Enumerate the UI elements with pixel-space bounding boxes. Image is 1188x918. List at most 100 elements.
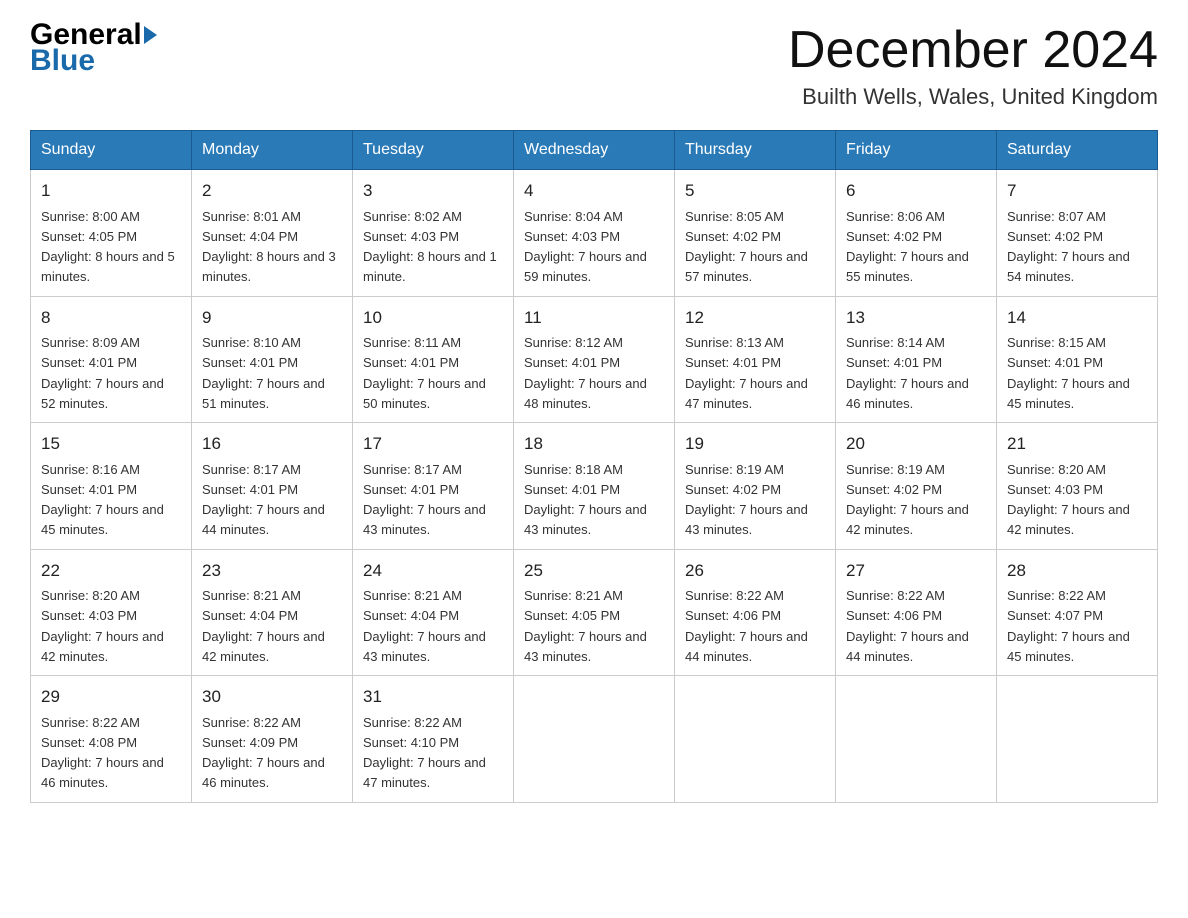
day-info: Sunrise: 8:21 AMSunset: 4:04 PMDaylight:…	[202, 588, 325, 664]
day-info: Sunrise: 8:22 AMSunset: 4:09 PMDaylight:…	[202, 715, 325, 791]
day-number: 18	[524, 431, 664, 457]
day-number: 4	[524, 178, 664, 204]
col-header-saturday: Saturday	[997, 131, 1158, 170]
calendar-week-row: 15 Sunrise: 8:16 AMSunset: 4:01 PMDayligh…	[31, 423, 1158, 550]
day-info: Sunrise: 8:02 AMSunset: 4:03 PMDaylight:…	[363, 209, 497, 285]
calendar-cell: 10 Sunrise: 8:11 AMSunset: 4:01 PMDayligh…	[353, 296, 514, 423]
col-header-monday: Monday	[192, 131, 353, 170]
day-number: 25	[524, 558, 664, 584]
day-info: Sunrise: 8:10 AMSunset: 4:01 PMDaylight:…	[202, 335, 325, 411]
day-number: 11	[524, 305, 664, 331]
day-info: Sunrise: 8:06 AMSunset: 4:02 PMDaylight:…	[846, 209, 969, 285]
col-header-tuesday: Tuesday	[353, 131, 514, 170]
day-info: Sunrise: 8:21 AMSunset: 4:04 PMDaylight:…	[363, 588, 486, 664]
calendar-cell: 6 Sunrise: 8:06 AMSunset: 4:02 PMDaylight…	[836, 170, 997, 297]
col-header-friday: Friday	[836, 131, 997, 170]
day-info: Sunrise: 8:16 AMSunset: 4:01 PMDaylight:…	[41, 462, 164, 538]
calendar-cell: 19 Sunrise: 8:19 AMSunset: 4:02 PMDayligh…	[675, 423, 836, 550]
day-info: Sunrise: 8:01 AMSunset: 4:04 PMDaylight:…	[202, 209, 336, 285]
day-number: 5	[685, 178, 825, 204]
logo-arrow-icon	[144, 26, 157, 44]
day-number: 1	[41, 178, 181, 204]
day-number: 15	[41, 431, 181, 457]
calendar-cell: 9 Sunrise: 8:10 AMSunset: 4:01 PMDaylight…	[192, 296, 353, 423]
calendar-cell: 7Sunrise: 8:07 AMSunset: 4:02 PMDaylight…	[997, 170, 1158, 297]
calendar-week-row: 29Sunrise: 8:22 AMSunset: 4:08 PMDayligh…	[31, 676, 1158, 803]
calendar-cell: 16 Sunrise: 8:17 AMSunset: 4:01 PMDayligh…	[192, 423, 353, 550]
day-number: 28	[1007, 558, 1147, 584]
day-info: Sunrise: 8:14 AMSunset: 4:01 PMDaylight:…	[846, 335, 969, 411]
col-header-sunday: Sunday	[31, 131, 192, 170]
calendar-cell	[514, 676, 675, 803]
calendar-cell: 30 Sunrise: 8:22 AMSunset: 4:09 PMDayligh…	[192, 676, 353, 803]
calendar-cell: 14 Sunrise: 8:15 AMSunset: 4:01 PMDayligh…	[997, 296, 1158, 423]
day-number: 24	[363, 558, 503, 584]
day-info: Sunrise: 8:15 AMSunset: 4:01 PMDaylight:…	[1007, 335, 1130, 411]
day-info: Sunrise: 8:13 AMSunset: 4:01 PMDaylight:…	[685, 335, 808, 411]
title-area: December 2024 Builth Wells, Wales, Unite…	[788, 20, 1158, 110]
calendar-cell: 4 Sunrise: 8:04 AMSunset: 4:03 PMDaylight…	[514, 170, 675, 297]
day-info: Sunrise: 8:22 AMSunset: 4:06 PMDaylight:…	[685, 588, 808, 664]
day-info: Sunrise: 8:19 AMSunset: 4:02 PMDaylight:…	[846, 462, 969, 538]
day-number: 23	[202, 558, 342, 584]
day-info: Sunrise: 8:22 AMSunset: 4:07 PMDaylight:…	[1007, 588, 1130, 664]
calendar-cell	[997, 676, 1158, 803]
day-info: Sunrise: 8:05 AMSunset: 4:02 PMDaylight:…	[685, 209, 808, 285]
logo: General Blue	[30, 20, 154, 78]
calendar-week-row: 1 Sunrise: 8:00 AMSunset: 4:05 PMDaylight…	[31, 170, 1158, 297]
calendar-cell: 18 Sunrise: 8:18 AMSunset: 4:01 PMDayligh…	[514, 423, 675, 550]
calendar-cell: 22 Sunrise: 8:20 AMSunset: 4:03 PMDayligh…	[31, 549, 192, 676]
calendar-table: SundayMondayTuesdayWednesdayThursdayFrid…	[30, 130, 1158, 803]
day-number: 19	[685, 431, 825, 457]
day-number: 26	[685, 558, 825, 584]
calendar-cell: 3Sunrise: 8:02 AMSunset: 4:03 PMDaylight…	[353, 170, 514, 297]
day-info: Sunrise: 8:17 AMSunset: 4:01 PMDaylight:…	[363, 462, 486, 538]
calendar-week-row: 8Sunrise: 8:09 AMSunset: 4:01 PMDaylight…	[31, 296, 1158, 423]
calendar-cell	[836, 676, 997, 803]
day-info: Sunrise: 8:17 AMSunset: 4:01 PMDaylight:…	[202, 462, 325, 538]
day-info: Sunrise: 8:22 AMSunset: 4:10 PMDaylight:…	[363, 715, 486, 791]
day-info: Sunrise: 8:12 AMSunset: 4:01 PMDaylight:…	[524, 335, 647, 411]
day-number: 2	[202, 178, 342, 204]
day-number: 14	[1007, 305, 1147, 331]
calendar-cell: 11 Sunrise: 8:12 AMSunset: 4:01 PMDayligh…	[514, 296, 675, 423]
day-info: Sunrise: 8:09 AMSunset: 4:01 PMDaylight:…	[41, 335, 164, 411]
day-info: Sunrise: 8:22 AMSunset: 4:08 PMDaylight:…	[41, 715, 164, 791]
location-subtitle: Builth Wells, Wales, United Kingdom	[788, 84, 1158, 110]
day-number: 10	[363, 305, 503, 331]
calendar-cell: 20 Sunrise: 8:19 AMSunset: 4:02 PMDayligh…	[836, 423, 997, 550]
calendar-cell: 26 Sunrise: 8:22 AMSunset: 4:06 PMDayligh…	[675, 549, 836, 676]
calendar-cell: 5 Sunrise: 8:05 AMSunset: 4:02 PMDaylight…	[675, 170, 836, 297]
calendar-cell: 17 Sunrise: 8:17 AMSunset: 4:01 PMDayligh…	[353, 423, 514, 550]
day-number: 17	[363, 431, 503, 457]
calendar-cell: 12 Sunrise: 8:13 AMSunset: 4:01 PMDayligh…	[675, 296, 836, 423]
day-info: Sunrise: 8:11 AMSunset: 4:01 PMDaylight:…	[363, 335, 486, 411]
day-number: 22	[41, 558, 181, 584]
calendar-cell	[675, 676, 836, 803]
day-number: 12	[685, 305, 825, 331]
calendar-cell: 2 Sunrise: 8:01 AMSunset: 4:04 PMDaylight…	[192, 170, 353, 297]
day-info: Sunrise: 8:19 AMSunset: 4:02 PMDaylight:…	[685, 462, 808, 538]
day-info: Sunrise: 8:07 AMSunset: 4:02 PMDaylight:…	[1007, 209, 1130, 285]
day-info: Sunrise: 8:20 AMSunset: 4:03 PMDaylight:…	[1007, 462, 1130, 538]
day-number: 30	[202, 684, 342, 710]
day-info: Sunrise: 8:18 AMSunset: 4:01 PMDaylight:…	[524, 462, 647, 538]
day-info: Sunrise: 8:20 AMSunset: 4:03 PMDaylight:…	[41, 588, 164, 664]
day-info: Sunrise: 8:22 AMSunset: 4:06 PMDaylight:…	[846, 588, 969, 664]
day-number: 16	[202, 431, 342, 457]
day-info: Sunrise: 8:21 AMSunset: 4:05 PMDaylight:…	[524, 588, 647, 664]
calendar-cell: 31Sunrise: 8:22 AMSunset: 4:10 PMDayligh…	[353, 676, 514, 803]
day-info: Sunrise: 8:04 AMSunset: 4:03 PMDaylight:…	[524, 209, 647, 285]
day-number: 6	[846, 178, 986, 204]
day-info: Sunrise: 8:00 AMSunset: 4:05 PMDaylight:…	[41, 209, 175, 285]
calendar-cell: 8Sunrise: 8:09 AMSunset: 4:01 PMDaylight…	[31, 296, 192, 423]
calendar-cell: 1 Sunrise: 8:00 AMSunset: 4:05 PMDaylight…	[31, 170, 192, 297]
col-header-wednesday: Wednesday	[514, 131, 675, 170]
day-number: 13	[846, 305, 986, 331]
calendar-cell: 29Sunrise: 8:22 AMSunset: 4:08 PMDayligh…	[31, 676, 192, 803]
calendar-cell: 27Sunrise: 8:22 AMSunset: 4:06 PMDayligh…	[836, 549, 997, 676]
calendar-cell: 13 Sunrise: 8:14 AMSunset: 4:01 PMDayligh…	[836, 296, 997, 423]
day-number: 20	[846, 431, 986, 457]
day-number: 9	[202, 305, 342, 331]
calendar-cell: 15 Sunrise: 8:16 AMSunset: 4:01 PMDayligh…	[31, 423, 192, 550]
